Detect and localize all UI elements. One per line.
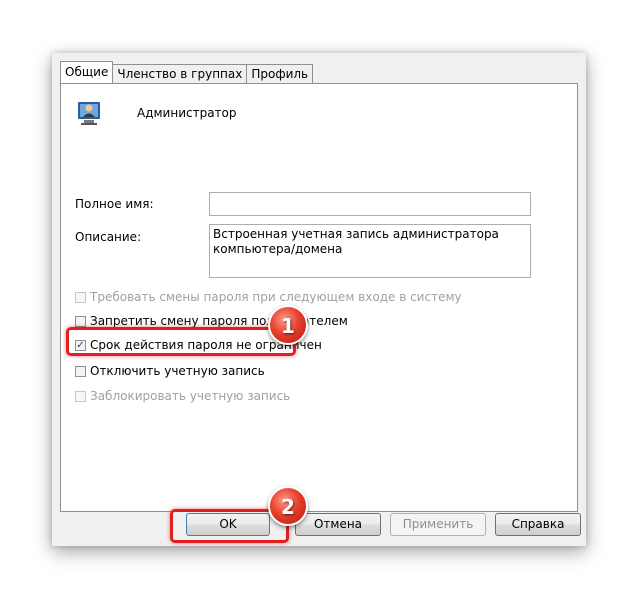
highlight-disable-account bbox=[66, 327, 296, 356]
tab-general[interactable]: Общие bbox=[60, 61, 114, 83]
checkbox-label: Заблокировать учетную запись bbox=[90, 389, 291, 403]
cancel-button[interactable]: Отмена bbox=[295, 513, 381, 536]
description-label: Описание: bbox=[75, 230, 142, 244]
checkbox-label: Требовать смены пароля при следующем вхо… bbox=[90, 290, 462, 304]
tab-group-membership[interactable]: Членство в группах bbox=[112, 64, 248, 83]
checkbox-label: Запретить смену пароля пользователем bbox=[90, 314, 348, 328]
annotation-badge-2: 2 bbox=[268, 486, 308, 526]
checkbox-box[interactable] bbox=[75, 315, 86, 327]
user-name: Администратор bbox=[137, 106, 237, 120]
checkbox-box bbox=[75, 390, 86, 402]
user-icon bbox=[78, 102, 100, 125]
general-tab-panel: Администратор Полное имя: Описание: Встр… bbox=[60, 83, 578, 512]
tab-profile[interactable]: Профиль bbox=[246, 64, 314, 83]
tab-strip: Общие Членство в группах Профиль bbox=[60, 61, 314, 83]
checkbox-disable-account[interactable]: Отключить учетную запись bbox=[75, 363, 265, 379]
checkbox-label: Отключить учетную запись bbox=[90, 364, 265, 378]
checkbox-lock-account: Заблокировать учетную запись bbox=[75, 388, 290, 404]
user-properties-dialog: Общие Членство в группах Профиль Админис… bbox=[52, 53, 586, 546]
checkbox-box[interactable] bbox=[75, 365, 86, 377]
annotation-badge-1: 1 bbox=[268, 305, 308, 345]
help-button[interactable]: Справка bbox=[495, 513, 581, 536]
full-name-label: Полное имя: bbox=[75, 197, 154, 211]
description-field[interactable]: Встроенная учетная запись администратора… bbox=[209, 224, 531, 278]
full-name-field[interactable] bbox=[209, 192, 531, 216]
checkbox-require-password-change: Требовать смены пароля при следующем вхо… bbox=[75, 289, 462, 305]
apply-button: Применить bbox=[390, 513, 486, 536]
checkbox-box bbox=[75, 291, 86, 303]
